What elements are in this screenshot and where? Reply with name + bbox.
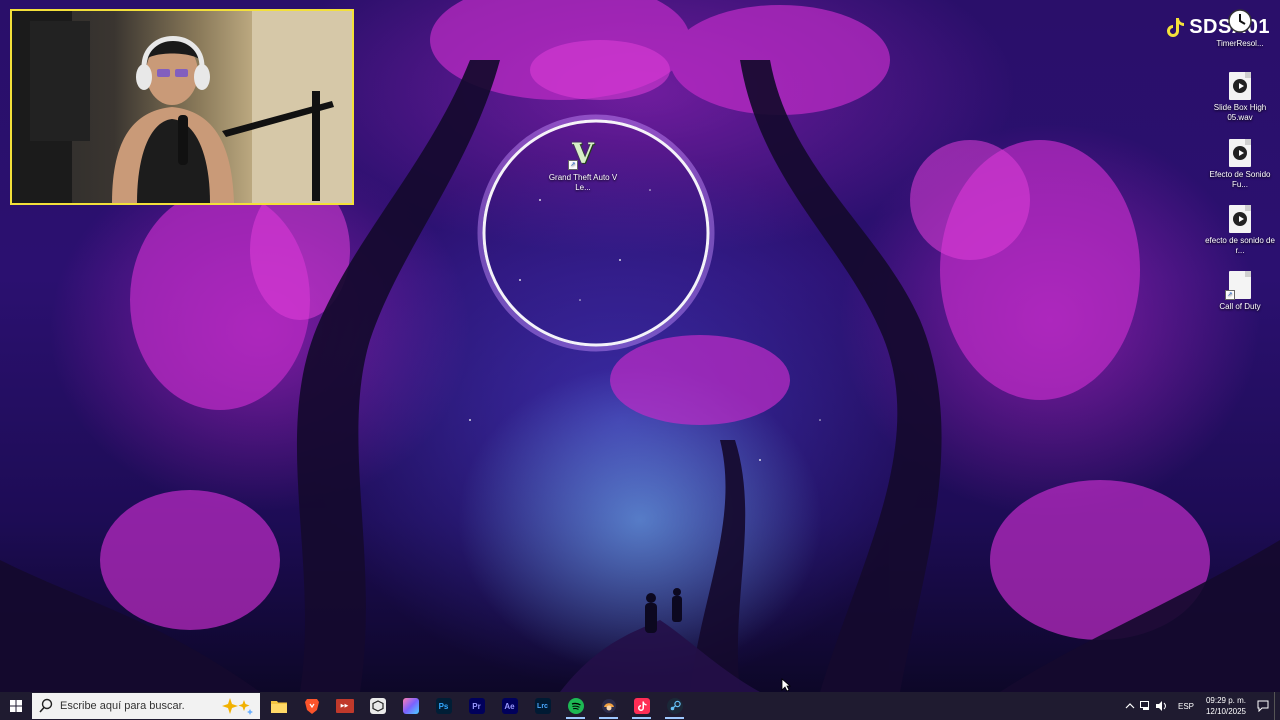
- taskbar-app-video-maker[interactable]: ▶▶: [328, 692, 361, 720]
- taskbar-app-after-effects[interactable]: Ae: [493, 692, 526, 720]
- audio-file-icon: [1227, 72, 1253, 100]
- unity-cube-icon: [369, 698, 386, 714]
- desktop-icon-label: Efecto de Sonido Fu...: [1209, 170, 1271, 189]
- start-button[interactable]: [0, 692, 32, 720]
- blank-file-shortcut-icon: ↗: [1225, 271, 1253, 300]
- desktop-icon-label: efecto de sonido de r...: [1205, 236, 1275, 255]
- shortcut-arrow-icon: ↗: [1225, 290, 1235, 300]
- tiktok-icon: [1167, 17, 1185, 37]
- taskbar-app-lightroom-classic[interactable]: Lrc: [526, 692, 559, 720]
- spotify-icon: [567, 698, 584, 714]
- input-language[interactable]: ESP: [1178, 702, 1194, 711]
- notification-icon: [1257, 700, 1269, 712]
- network-icon[interactable]: [1138, 692, 1154, 720]
- clock-icon: [1227, 8, 1253, 36]
- audio-file-icon: [1227, 205, 1253, 233]
- premiere-icon: Pr: [468, 698, 485, 714]
- audio-file-icon: [1227, 139, 1253, 167]
- taskbar-app-steam[interactable]: [658, 692, 691, 720]
- taskbar-clock[interactable]: 09:29 p. m. 12/10/2025: [1200, 695, 1252, 717]
- search-highlight-sparkle-icon: [222, 698, 253, 715]
- desktop-icon-label: Grand Theft Auto V Le...: [548, 173, 618, 192]
- lightroom-classic-icon: Lrc: [534, 698, 551, 714]
- taskbar-app-file-explorer[interactable]: [262, 692, 295, 720]
- desktop-icon-label: Call of Duty: [1219, 302, 1261, 311]
- show-desktop-button[interactable]: [1274, 692, 1280, 720]
- taskbar-app-photoshop[interactable]: Ps: [427, 692, 460, 720]
- desktop-icon-call-of-duty[interactable]: ↗ Call of Duty: [1203, 271, 1277, 312]
- search-icon: [39, 698, 53, 713]
- search-placeholder: Escribe aquí para buscar.: [60, 700, 185, 712]
- folder-icon: [270, 701, 287, 713]
- desktop-icon-efecto-sonido-r[interactable]: efecto de sonido de r...: [1203, 205, 1277, 256]
- gta-v-icon: V ↗: [566, 140, 600, 170]
- desktop-icon-gta-v[interactable]: V ↗ Grand Theft Auto V Le...: [546, 140, 620, 193]
- taskbar-app-spotify[interactable]: [559, 692, 592, 720]
- taskbar-search-box[interactable]: Escribe aquí para buscar.: [32, 693, 260, 719]
- desktop-icon-slide-box[interactable]: Slide Box High 05.wav: [1203, 72, 1277, 123]
- streamer-figure: [12, 11, 352, 203]
- desktop-icon-label: TimerResol...: [1216, 39, 1264, 48]
- brave-lion-icon: [304, 699, 319, 714]
- taskbar-app-photos[interactable]: [394, 692, 427, 720]
- taskbar-app-premiere[interactable]: Pr: [460, 692, 493, 720]
- taskbar-app-streamlabs-character[interactable]: [592, 692, 625, 720]
- after-effects-icon: Ae: [501, 698, 518, 714]
- system-tray: ESP 09:29 p. m. 12/10/2025: [1122, 692, 1280, 720]
- steam-icon: [666, 698, 683, 714]
- webcam-overlay: [10, 9, 354, 205]
- desktop-icon-efecto-sonido-fu[interactable]: Efecto de Sonido Fu...: [1203, 139, 1277, 190]
- character-icon: [601, 699, 616, 713]
- taskbar: Escribe aquí para buscar. ▶▶ Ps Pr Ae Lr…: [0, 692, 1280, 720]
- mouse-cursor-icon: [781, 678, 791, 692]
- desktop-icon-timerresol[interactable]: TimerResol...: [1203, 8, 1277, 49]
- video-maker-icon: ▶▶: [335, 699, 354, 713]
- taskbar-app-tiktok-live[interactable]: [625, 692, 658, 720]
- windows-logo-icon: [10, 700, 22, 712]
- clock-date: 12/10/2025: [1205, 707, 1247, 716]
- clock-time: 09:29 p. m.: [1205, 696, 1247, 705]
- volume-icon[interactable]: [1154, 692, 1170, 720]
- show-hidden-icons-chevron-icon[interactable]: [1122, 692, 1138, 720]
- desktop-icon-label: Slide Box High 05.wav: [1213, 103, 1267, 122]
- tiktok-app-icon: [633, 698, 650, 714]
- taskbar-app-unity-hub[interactable]: [361, 692, 394, 720]
- photoshop-icon: Ps: [435, 698, 452, 714]
- notification-center-button[interactable]: [1252, 700, 1274, 712]
- shortcut-arrow-icon: ↗: [568, 160, 578, 170]
- taskbar-app-brave[interactable]: [295, 692, 328, 720]
- photos-icon: [402, 698, 419, 714]
